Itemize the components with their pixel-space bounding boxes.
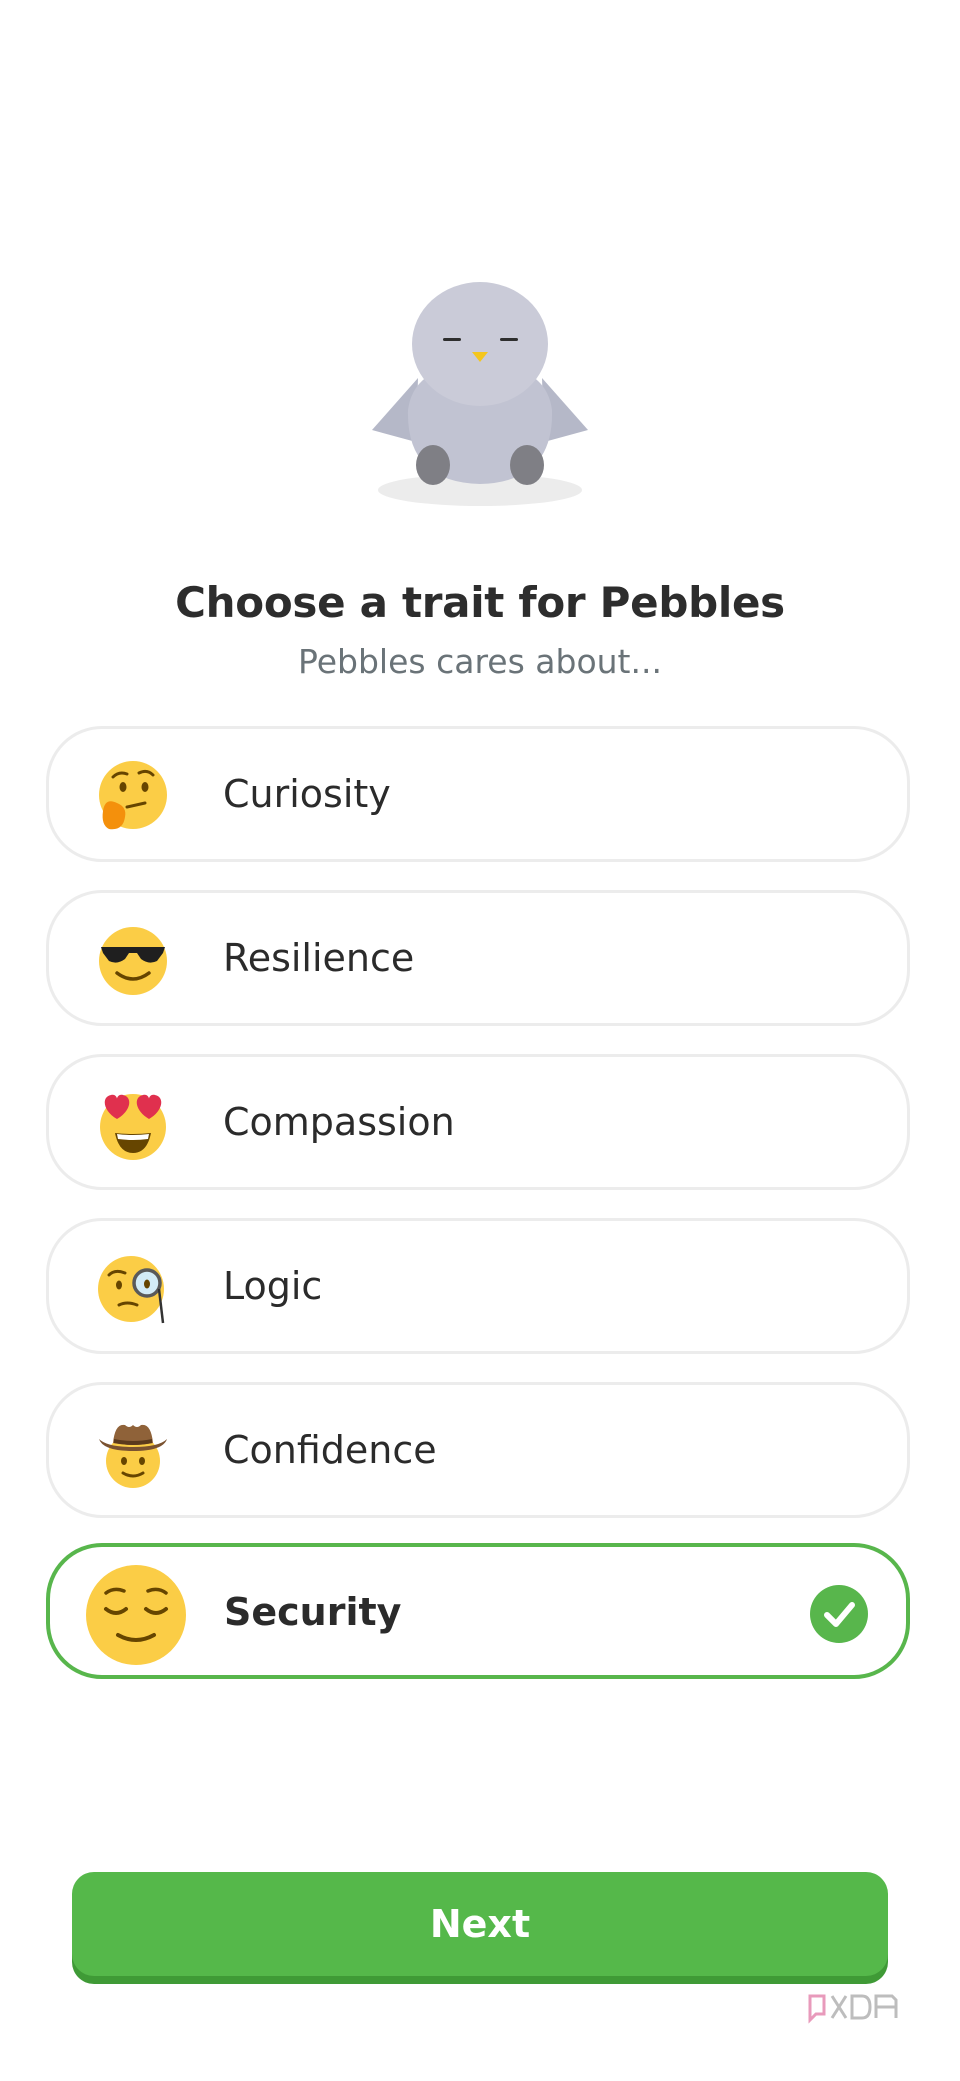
trait-label: Logic bbox=[223, 1264, 323, 1308]
trait-option-curiosity[interactable]: Curiosity bbox=[46, 726, 910, 862]
heart-eyes-face-icon bbox=[100, 1094, 166, 1160]
sunglasses-face-icon bbox=[99, 927, 167, 995]
trait-label: Curiosity bbox=[223, 772, 391, 816]
thinking-face-icon bbox=[99, 761, 167, 830]
checkmark-icon bbox=[810, 1585, 868, 1643]
trait-label: Compassion bbox=[223, 1100, 455, 1144]
trait-label: Confidence bbox=[223, 1428, 437, 1472]
trait-label: Resilience bbox=[223, 936, 415, 980]
trait-option-logic[interactable]: Logic bbox=[46, 1218, 910, 1354]
monocle-face-icon bbox=[98, 1256, 165, 1324]
trait-option-resilience[interactable]: Resilience bbox=[46, 890, 910, 1026]
relieved-face-icon bbox=[86, 1565, 186, 1665]
page-title: Choose a trait for Pebbles bbox=[175, 578, 785, 627]
trait-option-compassion[interactable]: Compassion bbox=[46, 1054, 910, 1190]
page-subtitle: Pebbles cares about... bbox=[298, 642, 662, 681]
pebbles-bird-icon bbox=[372, 282, 588, 506]
xda-logo-icon bbox=[808, 1994, 898, 2024]
cowboy-face-icon bbox=[99, 1424, 167, 1488]
trait-option-confidence[interactable]: Confidence bbox=[46, 1382, 910, 1518]
trait-option-security[interactable]: Security bbox=[46, 1543, 910, 1679]
next-button[interactable]: Next bbox=[72, 1872, 888, 1976]
trait-label: Security bbox=[224, 1590, 402, 1634]
